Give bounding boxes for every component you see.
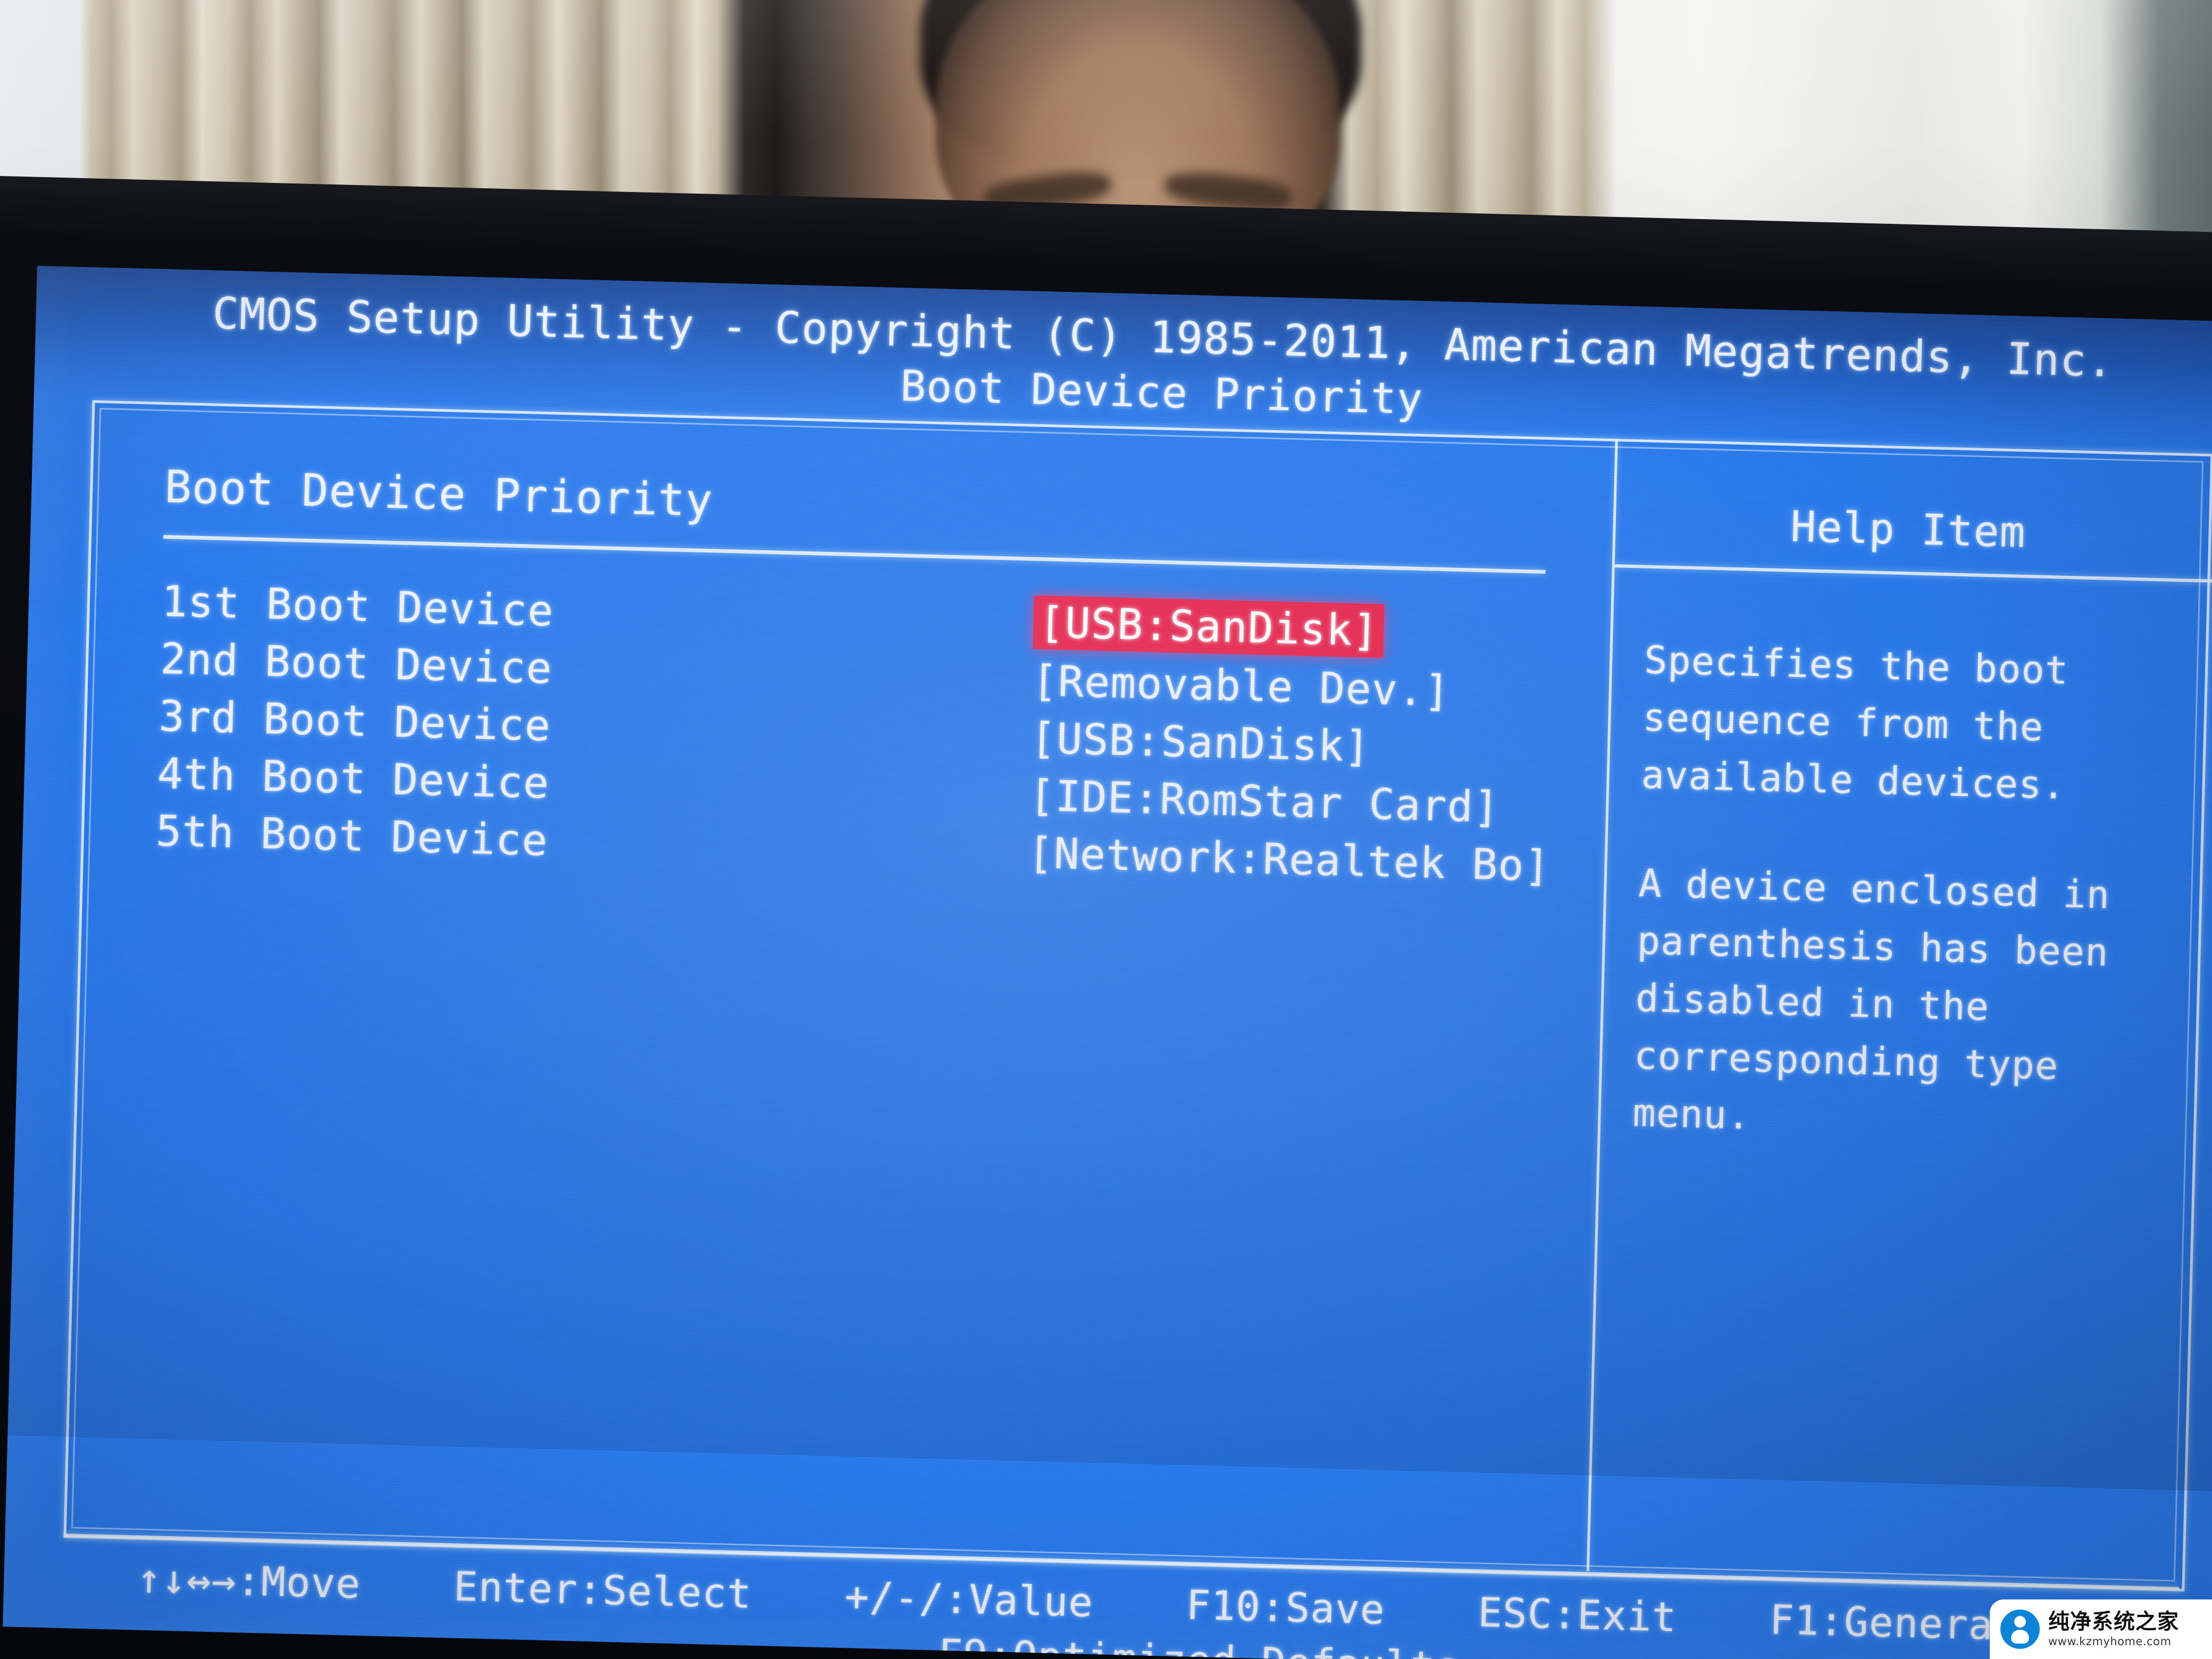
watermark: 纯净系统之家 www.kzmyhome.com xyxy=(1990,1599,2212,1659)
boot-device-value[interactable]: [Removable Dev.] xyxy=(1032,656,1451,716)
boot-device-label: 4th Boot Device xyxy=(156,749,550,808)
boot-device-label: 1st Boot Device xyxy=(161,576,555,636)
boot-device-label: 2nd Boot Device xyxy=(160,634,553,693)
monitor-screen: CMOS Setup Utility - Copyright (C) 1985-… xyxy=(3,266,2212,1659)
watermark-site-url: www.kzmyhome.com xyxy=(2048,1635,2172,1648)
key-hint-move: ↑↓↔→:Move xyxy=(136,1554,362,1608)
boot-device-value[interactable]: [USB:SanDisk] xyxy=(1033,595,1385,658)
watermark-site-name: 纯净系统之家 xyxy=(2048,1610,2179,1634)
watermark-logo-icon xyxy=(2000,1610,2040,1649)
key-hint-value: +/-/:Value xyxy=(844,1572,1094,1627)
help-paragraph-1: Specifies the boot sequence from the ava… xyxy=(1640,637,2069,808)
key-hint-exit: ESC:Exit xyxy=(1477,1588,1678,1641)
watermark-text: 纯净系统之家 www.kzmyhome.com xyxy=(2048,1611,2179,1647)
key-hint-save: F10:Save xyxy=(1185,1581,1386,1633)
help-panel-body: Specifies the boot sequence from the ava… xyxy=(1631,631,2208,1206)
boot-device-value[interactable]: [USB:SanDisk] xyxy=(1030,714,1371,772)
boot-device-label: 3rd Boot Device xyxy=(158,691,552,751)
bios-setup-utility: CMOS Setup Utility - Copyright (C) 1985-… xyxy=(3,266,2212,1659)
help-paragraph-2: A device enclosed in parenthesis has bee… xyxy=(1632,860,2111,1138)
key-hint-select: Enter:Select xyxy=(453,1562,753,1618)
photo-of-monitor: CMOS Setup Utility - Copyright (C) 1985-… xyxy=(0,0,2212,1659)
boot-device-label: 5th Boot Device xyxy=(155,806,549,866)
